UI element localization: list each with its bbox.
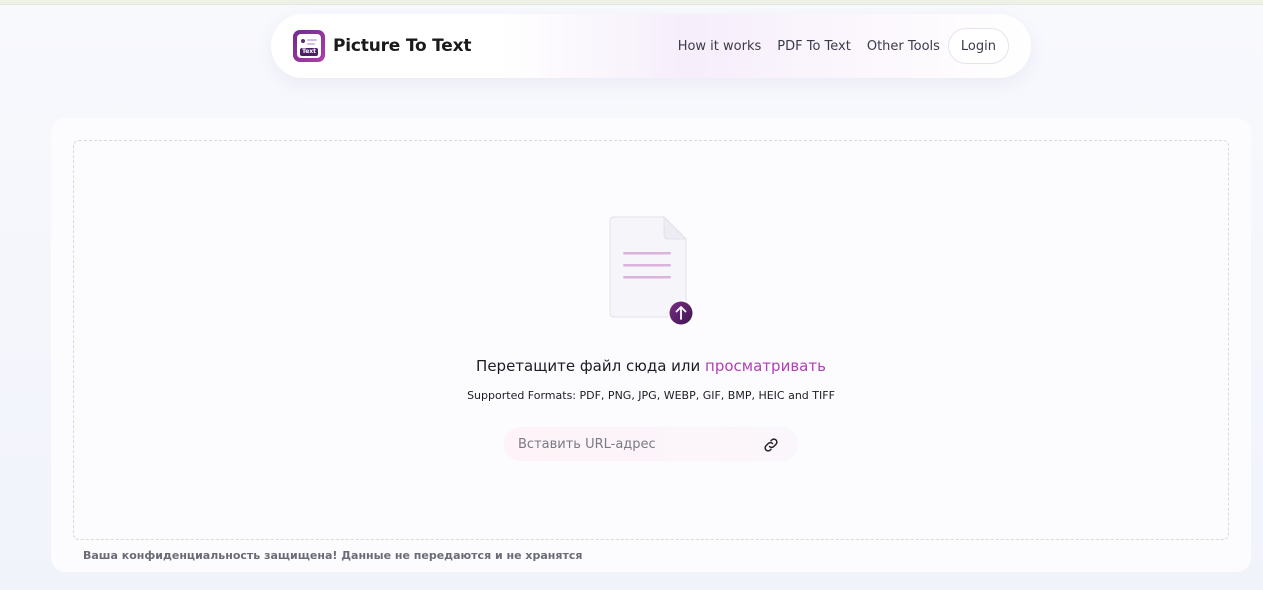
file-dropzone[interactable]: Перетащите файл сюда или просматривать S… xyxy=(73,140,1229,540)
picture-to-text-logo-icon: Text xyxy=(293,30,325,62)
logo-dot xyxy=(301,39,305,43)
upload-card: Перетащите файл сюда или просматривать S… xyxy=(51,118,1251,572)
brand[interactable]: Text Picture To Text xyxy=(293,30,472,62)
drop-prompt: Перетащите файл сюда или просматривать xyxy=(74,357,1228,375)
logo-line xyxy=(307,43,315,45)
nav-other-tools[interactable]: Other Tools xyxy=(867,39,940,54)
privacy-note: Ваша конфиденциальность защищена! Данные… xyxy=(83,549,583,562)
browser-top-strip xyxy=(0,0,1263,5)
document-file-icon xyxy=(609,215,694,326)
url-input[interactable] xyxy=(518,427,754,461)
login-button[interactable]: Login xyxy=(947,28,1009,64)
upload-arrow-icon xyxy=(668,300,694,326)
main-nav: How it works PDF To Text Other Tools Log… xyxy=(678,27,1009,65)
nav-how-it-works[interactable]: How it works xyxy=(678,39,762,54)
browse-link[interactable]: просматривать xyxy=(705,357,826,375)
logo-inner: Text xyxy=(297,34,321,58)
logo-line xyxy=(307,39,317,41)
url-field-wrapper xyxy=(504,427,798,461)
brand-name: Picture To Text xyxy=(333,36,472,56)
site-header: Text Picture To Text How it works PDF To… xyxy=(271,14,1031,78)
nav-pdf-to-text[interactable]: PDF To Text xyxy=(777,39,851,54)
supported-formats: Supported Formats: PDF, PNG, JPG, WEBP, … xyxy=(467,389,835,402)
logo-text-tag: Text xyxy=(300,48,318,56)
drop-prompt-text: Перетащите файл сюда или xyxy=(476,357,701,375)
link-icon[interactable] xyxy=(762,436,780,454)
